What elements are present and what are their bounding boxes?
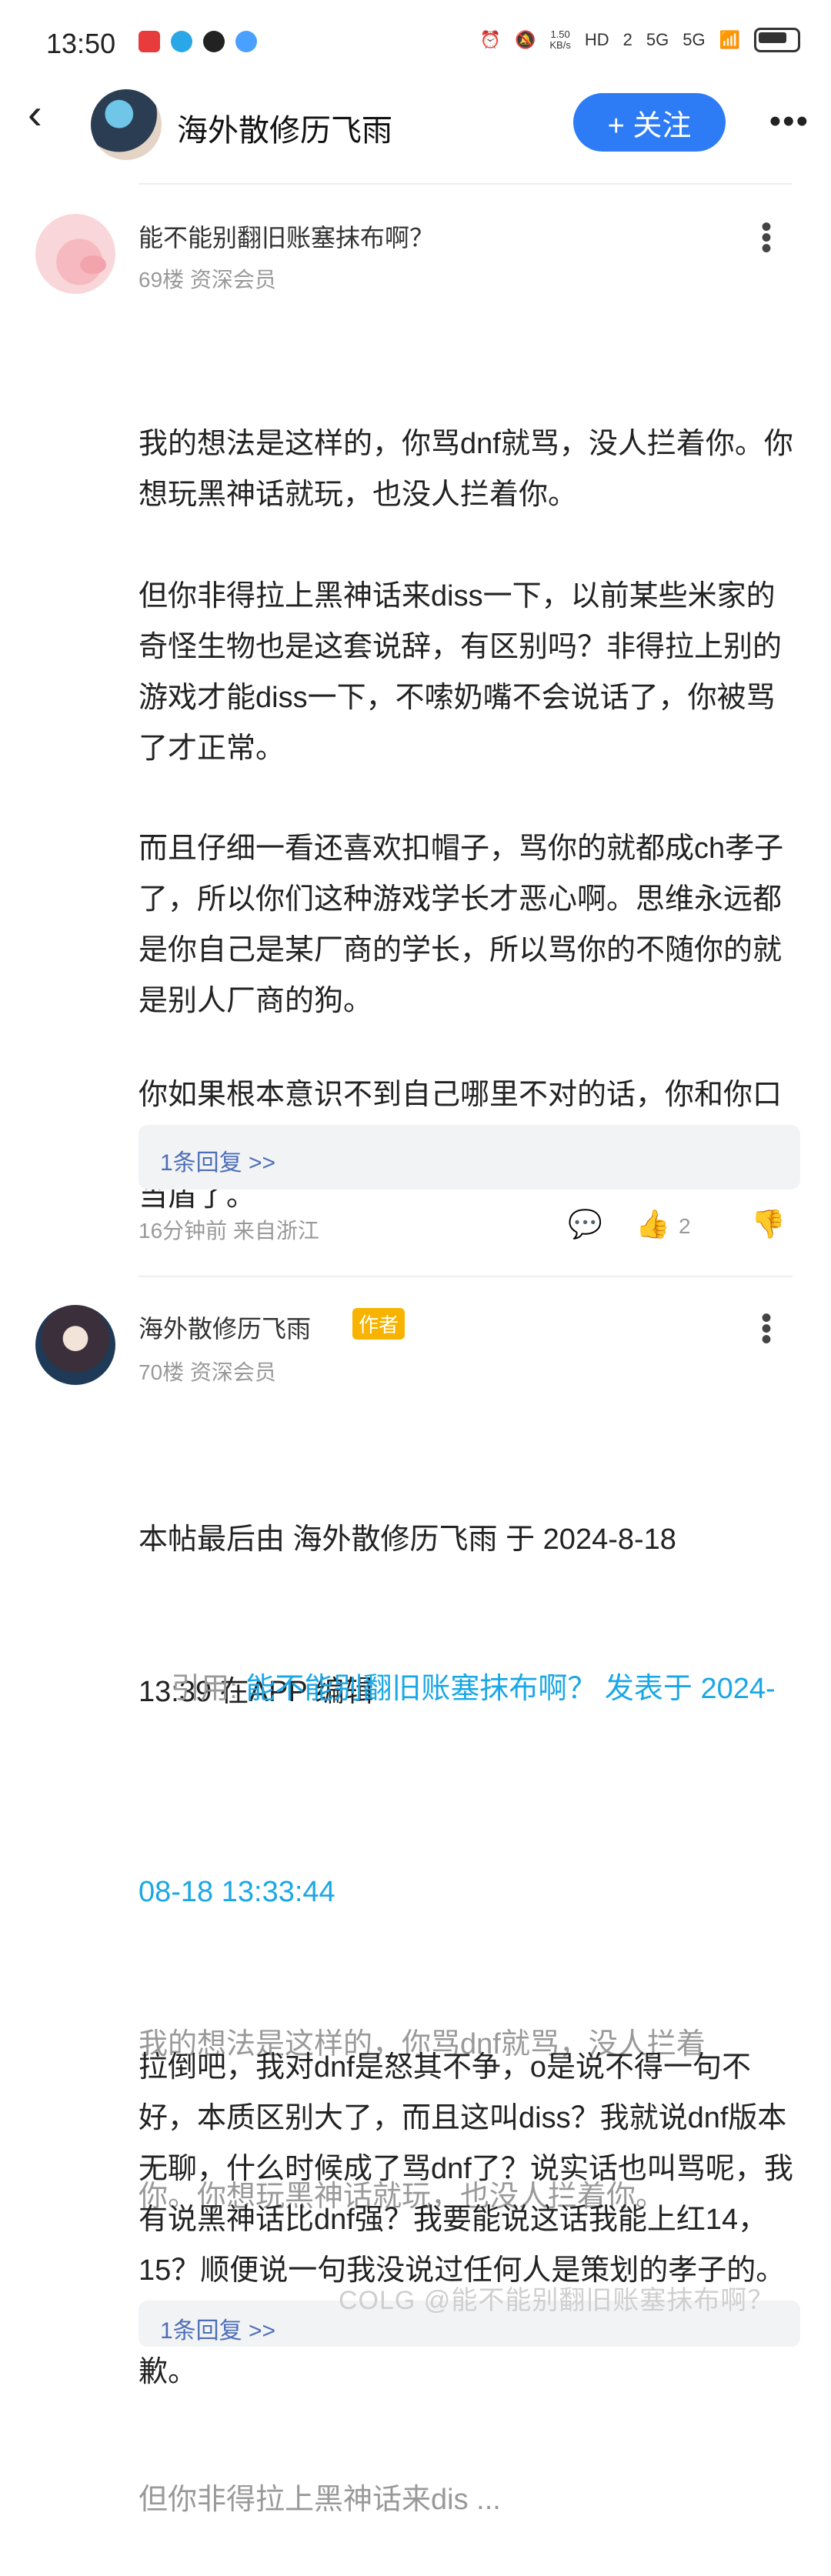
reply-box-69[interactable]: 1条回复 >> (138, 1125, 800, 1190)
status-time: 13:50 (46, 28, 116, 59)
signal-5g-2: 5G (682, 30, 706, 49)
floor-rank-69: 69楼 资深会员 (138, 268, 276, 292)
username-70[interactable]: 海外散修历飞雨 (138, 1310, 311, 1345)
netease-music-icon (138, 31, 160, 52)
like-count: 2 (679, 1214, 691, 1238)
back-button[interactable]: ‹ (28, 92, 42, 135)
nav-avatar[interactable] (91, 89, 162, 160)
username-69[interactable]: 能不能别翻旧账塞抹布啊？ (138, 219, 434, 254)
wechat-icon (203, 31, 225, 52)
hd-label: HD (584, 30, 609, 49)
user-avatar-70[interactable] (35, 1305, 115, 1385)
quote-prefix: 引用: (171, 1673, 246, 1705)
sim-label: 2 (622, 30, 632, 49)
post-menu-icon[interactable]: • • • (759, 1303, 774, 1355)
status-bar: 13:50 ⏰ 🔕 1.50 KB/s HD 2 5G 5G 📶 (0, 0, 831, 89)
battery-icon (754, 28, 800, 52)
post-body-70: 拉倒吧，我对dnf是怒其不争，o是说不得一句不好，本质区别大了，而且这叫diss… (138, 1940, 800, 2448)
divider (138, 1276, 793, 1277)
comment-icon[interactable]: 💬 (568, 1208, 602, 1240)
signal-5g-1: 5G (646, 30, 669, 49)
net-speed: 1.50 KB/s (549, 28, 571, 51)
watermark: COLG @能不能别翻旧账塞抹布啊？ (339, 2286, 775, 2315)
reply-link-69[interactable]: 1条回复 >> (160, 1143, 275, 1177)
wifi-icon: 📶 (719, 30, 740, 49)
mute-icon: 🔕 (514, 30, 536, 49)
floor-rank-70: 70楼 资深会员 (138, 1360, 276, 1384)
status-app-icons (138, 31, 257, 52)
status-right: ⏰ 🔕 1.50 KB/s HD 2 5G 5G 📶 (480, 28, 800, 52)
time-location-69: 16分钟前 来自浙江 (138, 1219, 319, 1243)
alarm-icon: ⏰ (479, 30, 501, 49)
more-icon[interactable]: ••• (769, 105, 809, 138)
dislike-icon[interactable]: 👎 (751, 1208, 786, 1240)
quote-link[interactable]: 能不能别翻旧账塞抹布啊？ 发表于 2024- (245, 1673, 775, 1705)
reply-link-70[interactable]: 1条回复 >> (160, 2311, 275, 2345)
quote-link-date[interactable]: 08-18 13:33:44 (138, 1867, 800, 1917)
author-badge: 作者 (352, 1308, 405, 1340)
follow-button[interactable]: + 关注 (573, 93, 726, 152)
divider (138, 183, 793, 185)
user-avatar-69[interactable] (35, 214, 115, 294)
back-icon: ‹ (28, 89, 42, 138)
chat-icon (171, 31, 192, 52)
like-icon[interactable]: 👍 (636, 1208, 670, 1240)
post-menu-icon[interactable]: • • • (759, 212, 774, 264)
nav-title: 海外散修历飞雨 (177, 114, 392, 148)
app-icon (235, 31, 257, 52)
quote-text-truncated: 但你非得拉上黑神话来dis ... (138, 2484, 501, 2516)
